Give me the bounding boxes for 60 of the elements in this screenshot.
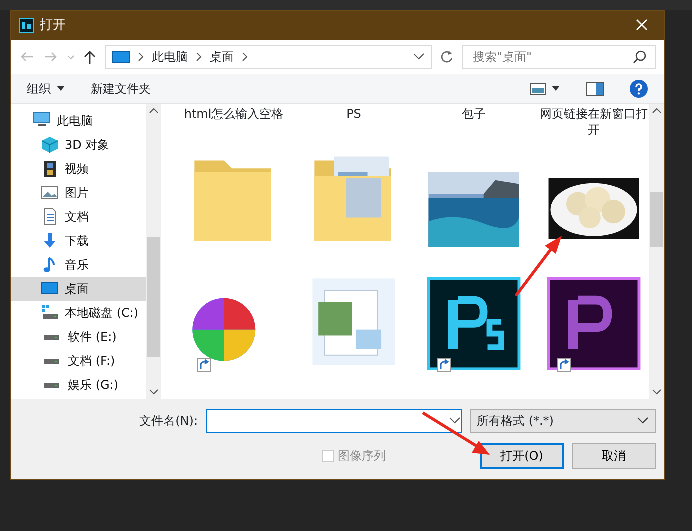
sidebar-item[interactable]: 下载 xyxy=(11,229,146,253)
sidebar-item[interactable]: 桌面 xyxy=(11,277,146,301)
download-icon xyxy=(41,232,59,250)
sidebar-item[interactable]: 本地磁盘 (C:) xyxy=(11,301,146,325)
arrow-annotation xyxy=(514,236,562,297)
breadcrumb-item[interactable]: 此电脑 xyxy=(152,48,188,66)
chevron-icon xyxy=(196,52,202,62)
sidebar-item[interactable]: 此电脑 xyxy=(11,109,146,133)
filename-field[interactable] xyxy=(206,409,462,433)
refresh-icon[interactable] xyxy=(440,50,454,64)
sidebar-item[interactable]: 软件 (E:) xyxy=(11,325,146,349)
sidebar-item[interactable]: 文档 (F:) xyxy=(11,349,146,373)
dropdown-icon xyxy=(637,416,649,426)
sidebar-item[interactable]: 视频 xyxy=(11,157,146,181)
field-label: 文件名(N): xyxy=(140,413,198,430)
preview-pane-icon[interactable] xyxy=(586,82,604,96)
file-name[interactable]: 网页链接在新窗口打开 xyxy=(535,104,649,148)
file-name[interactable]: PS xyxy=(295,104,413,148)
app-icon xyxy=(19,18,34,33)
caret-icon xyxy=(57,86,65,91)
sidebar-item[interactable]: 图片 xyxy=(11,181,146,205)
sidebar-item[interactable]: 文档 xyxy=(11,205,146,229)
help-icon[interactable] xyxy=(630,80,648,98)
file-type-select[interactable]: 所有格式 (*.*) xyxy=(470,409,656,433)
drive-icon xyxy=(44,382,59,388)
dropdown-icon[interactable] xyxy=(413,52,425,62)
scrollbar-thumb[interactable] xyxy=(650,192,663,247)
sidebar-item[interactable]: 娱乐 (G:) xyxy=(11,373,146,397)
cancel-button[interactable]: 取消 xyxy=(572,443,656,469)
sidebar-item[interactable]: 3D 对象 xyxy=(11,133,146,157)
open-button[interactable]: 打开(O) xyxy=(480,443,564,469)
up-icon[interactable] xyxy=(83,49,97,65)
search-field[interactable]: 搜索"桌面" xyxy=(462,45,656,69)
new-folder-button[interactable]: 新建文件夹 xyxy=(91,80,151,98)
search-input[interactable]: 搜索"桌面" xyxy=(471,47,633,67)
organize-button[interactable]: 组织 xyxy=(27,80,65,98)
view-icon[interactable] xyxy=(530,82,546,94)
file-name[interactable]: html怎么输入空格 xyxy=(175,104,293,148)
chevron-icon xyxy=(242,52,248,62)
cube-icon xyxy=(41,136,59,154)
scrollbar-thumb[interactable] xyxy=(147,237,160,357)
window-title: 打开 xyxy=(40,16,66,35)
caret-icon[interactable] xyxy=(552,86,560,91)
checkbox-label: 图像序列 xyxy=(338,448,386,465)
drive-icon xyxy=(44,358,59,364)
shortcut-icon xyxy=(437,358,451,372)
file-name[interactable]: 包子 xyxy=(415,104,533,148)
shortcut-icon xyxy=(197,358,211,372)
dropdown-icon xyxy=(449,416,461,426)
desktop-icon xyxy=(112,51,130,63)
arrow-annotation xyxy=(422,412,490,455)
chevron-icon xyxy=(138,52,144,62)
drive-icon xyxy=(41,304,59,322)
drive-icon xyxy=(44,334,59,340)
shortcut-icon xyxy=(557,358,571,372)
film-icon xyxy=(41,160,59,178)
sidebar-item[interactable]: 音乐 xyxy=(11,253,146,277)
image-icon xyxy=(41,184,59,202)
search-icon xyxy=(633,50,647,64)
breadcrumb-item[interactable]: 桌面 xyxy=(210,48,234,66)
